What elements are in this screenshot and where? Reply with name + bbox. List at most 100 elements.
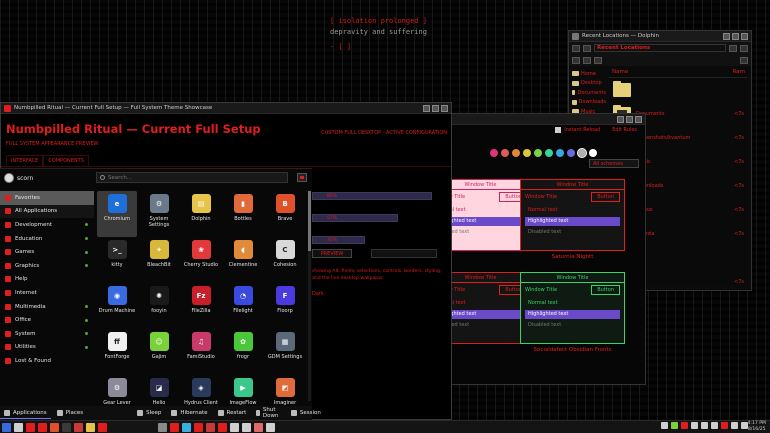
scheme-preview[interactable]: Window Title Window Title Button Normal tex… (520, 179, 625, 251)
accent-swatch[interactable] (512, 149, 520, 157)
dolphin-titlebar[interactable]: Recent Locations — Dolphin (569, 31, 751, 42)
accent-swatch[interactable] (545, 149, 553, 157)
app-tile[interactable]: ✺ fooyin (139, 283, 179, 329)
app-tile[interactable]: ▮ Bottles (223, 191, 263, 237)
accent-swatch[interactable] (523, 149, 531, 157)
category-item[interactable]: Favorites (0, 191, 94, 205)
category-item[interactable]: Help (0, 273, 94, 287)
avatar[interactable] (4, 173, 14, 183)
task-icon[interactable] (38, 422, 47, 432)
icons-view-icon[interactable] (572, 56, 580, 64)
app-scrollbar[interactable] (308, 191, 311, 401)
split-icon[interactable] (594, 56, 602, 64)
theme-titlebar[interactable] (452, 114, 645, 125)
app-tile[interactable]: ◔ Filelight (223, 283, 263, 329)
category-item[interactable]: Office (0, 313, 94, 327)
app-tile[interactable]: e Chromium (97, 191, 137, 237)
column-name[interactable]: Name (612, 69, 628, 75)
task-icon[interactable] (242, 422, 251, 432)
search-icon[interactable] (740, 44, 748, 52)
location-breadcrumb[interactable]: Recent Locations (594, 44, 726, 52)
accent-swatch[interactable] (501, 149, 509, 157)
place-item[interactable]: Documents (572, 88, 606, 98)
app-tile[interactable]: ◉ Drum Machine (97, 283, 137, 329)
details-view-icon[interactable] (583, 56, 591, 64)
column-header[interactable]: Name Ram (609, 67, 748, 78)
place-item[interactable]: Desktop (572, 79, 606, 89)
user-profile[interactable]: scorn (4, 173, 33, 183)
tray-icon[interactable] (661, 422, 668, 429)
search-input[interactable] (108, 174, 268, 181)
maximize-button[interactable] (626, 115, 633, 123)
task-icon[interactable] (266, 422, 275, 432)
task-icon[interactable] (26, 422, 35, 432)
category-item[interactable]: Utilities (0, 341, 94, 355)
task-icon[interactable] (170, 422, 179, 432)
task-icon[interactable] (182, 422, 191, 432)
close-button[interactable] (441, 104, 448, 112)
accent-swatch[interactable] (490, 149, 498, 157)
footer-button[interactable]: Restart (214, 407, 251, 419)
accent-swatch[interactable] (589, 149, 597, 157)
app-tile[interactable]: ⚙ System Settings (139, 191, 179, 237)
category-item[interactable]: System (0, 327, 94, 341)
maximize-button[interactable] (732, 32, 739, 40)
app-tile[interactable]: ✿ frogr (223, 329, 263, 375)
task-icon[interactable] (2, 422, 11, 432)
task-icon[interactable] (74, 422, 83, 432)
digital-clock[interactable]: 4:17 PM 8/16/25 (747, 421, 766, 433)
place-item[interactable]: Home (572, 69, 606, 79)
minimize-button[interactable] (423, 104, 430, 112)
menu-icon[interactable] (740, 56, 748, 64)
app-tile[interactable]: ▦ GDM Settings (265, 329, 305, 375)
category-item[interactable]: Games (0, 245, 94, 259)
app-tile[interactable]: ✦ BleachBit (139, 237, 179, 283)
preview-button[interactable]: PREVIEW (312, 249, 352, 258)
back-icon[interactable] (572, 44, 580, 52)
accent-swatch[interactable] (577, 148, 587, 158)
forward-icon[interactable] (583, 44, 591, 52)
showcase-titlebar[interactable]: Numbpilled Ritual — Current Full Setup —… (1, 103, 451, 114)
category-item[interactable]: Graphics (0, 259, 94, 273)
accent-swatch[interactable] (534, 149, 542, 157)
task-icon[interactable] (62, 422, 71, 432)
category-item[interactable]: Development (0, 218, 94, 232)
app-tile[interactable]: F Floorp (265, 283, 305, 329)
preview-input[interactable] (371, 249, 437, 258)
task-icon[interactable] (158, 422, 167, 432)
footer-button[interactable]: Shut Down (252, 407, 285, 419)
app-tile[interactable]: ☺ Gajim (139, 329, 179, 375)
category-item[interactable]: Internet (0, 286, 94, 300)
task-icon[interactable] (218, 422, 227, 432)
accent-swatch[interactable] (567, 149, 575, 157)
reload-icon[interactable] (555, 127, 562, 133)
app-tile[interactable]: Fz FileZilla (181, 283, 221, 329)
category-item[interactable]: Education (0, 232, 94, 246)
place-item[interactable]: Downloads (572, 98, 606, 108)
task-icon[interactable] (14, 422, 23, 432)
category-item[interactable]: All Applications (0, 204, 94, 219)
app-tile[interactable]: ❀ Cherry Studio (181, 237, 221, 283)
scheme-select[interactable]: All schemes (589, 159, 639, 168)
tray-icon[interactable] (701, 422, 708, 429)
minimize-button[interactable] (617, 115, 624, 123)
app-tile[interactable]: ff FontForge (97, 329, 137, 375)
task-icon[interactable] (86, 422, 95, 432)
task-icon[interactable] (206, 422, 215, 432)
task-icon[interactable] (50, 422, 59, 432)
tray-icon[interactable] (711, 422, 718, 429)
instant-reload-label[interactable]: Instant Reload (564, 127, 600, 133)
app-tile[interactable]: ◖ Clementine (223, 237, 263, 283)
configure-icon[interactable] (297, 173, 307, 182)
tray-icon[interactable] (721, 422, 728, 429)
maximize-button[interactable] (432, 104, 439, 112)
scheme-preview[interactable]: Window Title Window Title Button Normal tex… (520, 272, 625, 344)
accent-swatch[interactable] (556, 149, 564, 157)
tray-icon[interactable] (681, 422, 688, 429)
tray-icon[interactable] (691, 422, 698, 429)
app-tile[interactable]: B Brave (265, 191, 305, 237)
app-tile[interactable]: C Cohesion (265, 237, 305, 283)
preview-button[interactable]: Button (591, 192, 620, 202)
minimize-button[interactable] (723, 32, 730, 40)
footer-button[interactable]: Hibernate (167, 407, 211, 419)
